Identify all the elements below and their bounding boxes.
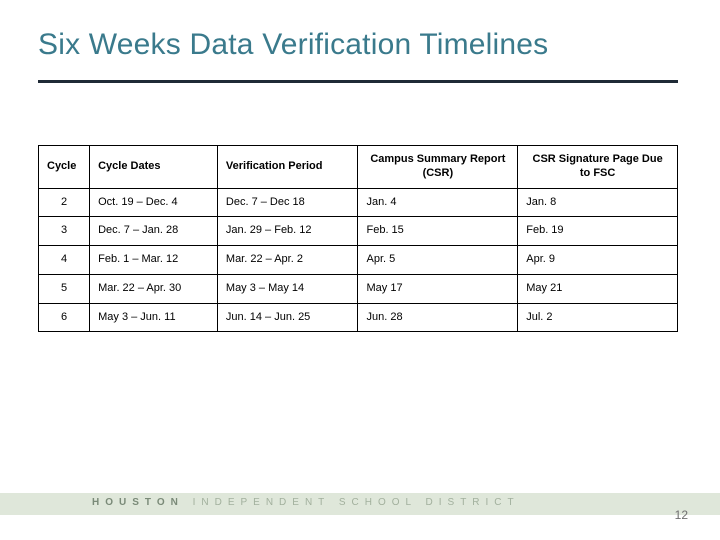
cell-cycle: 2 — [39, 188, 90, 217]
cell-csr: Apr. 5 — [358, 246, 518, 275]
cell-dates: Mar. 22 – Apr. 30 — [90, 274, 218, 303]
cell-csr: May 17 — [358, 274, 518, 303]
cell-sig: Apr. 9 — [518, 246, 678, 275]
table-row: 6 May 3 – Jun. 11 Jun. 14 – Jun. 25 Jun.… — [39, 303, 678, 332]
table-row: 5 Mar. 22 – Apr. 30 May 3 – May 14 May 1… — [39, 274, 678, 303]
cell-cycle: 5 — [39, 274, 90, 303]
table-row: 2 Oct. 19 – Dec. 4 Dec. 7 – Dec 18 Jan. … — [39, 188, 678, 217]
header-cycle: Cycle — [39, 146, 90, 189]
header-verification-period: Verification Period — [217, 146, 358, 189]
cell-verification: Mar. 22 – Apr. 2 — [217, 246, 358, 275]
cell-verification: Jun. 14 – Jun. 25 — [217, 303, 358, 332]
slide: Six Weeks Data Verification Timelines Cy… — [0, 0, 720, 540]
header-csr-signature: CSR Signature Page Due to FSC — [518, 146, 678, 189]
cell-dates: Oct. 19 – Dec. 4 — [90, 188, 218, 217]
cell-cycle: 6 — [39, 303, 90, 332]
table-header-row: Cycle Cycle Dates Verification Period Ca… — [39, 146, 678, 189]
page-number: 12 — [675, 508, 688, 522]
cell-dates: May 3 – Jun. 11 — [90, 303, 218, 332]
header-cycle-dates: Cycle Dates — [90, 146, 218, 189]
cell-csr: Feb. 15 — [358, 217, 518, 246]
cell-sig: Jul. 2 — [518, 303, 678, 332]
timeline-table: Cycle Cycle Dates Verification Period Ca… — [38, 145, 678, 332]
table-row: 3 Dec. 7 – Jan. 28 Jan. 29 – Feb. 12 Feb… — [39, 217, 678, 246]
cell-csr: Jun. 28 — [358, 303, 518, 332]
cell-cycle: 4 — [39, 246, 90, 275]
cell-verification: Dec. 7 – Dec 18 — [217, 188, 358, 217]
footer-brand-dark: HOUSTON — [92, 497, 184, 508]
cell-dates: Dec. 7 – Jan. 28 — [90, 217, 218, 246]
footer-brand-light: INDEPENDENT SCHOOL DISTRICT — [184, 497, 520, 508]
cell-verification: Jan. 29 – Feb. 12 — [217, 217, 358, 246]
footer-bar: HOUSTON INDEPENDENT SCHOOL DISTRICT — [0, 493, 720, 515]
cell-sig: Jan. 8 — [518, 188, 678, 217]
cell-verification: May 3 – May 14 — [217, 274, 358, 303]
cell-sig: May 21 — [518, 274, 678, 303]
header-csr: Campus Summary Report (CSR) — [358, 146, 518, 189]
page-title: Six Weeks Data Verification Timelines — [38, 28, 548, 62]
cell-csr: Jan. 4 — [358, 188, 518, 217]
cell-sig: Feb. 19 — [518, 217, 678, 246]
table-row: 4 Feb. 1 – Mar. 12 Mar. 22 – Apr. 2 Apr.… — [39, 246, 678, 275]
title-divider — [38, 80, 678, 83]
footer-brand: HOUSTON INDEPENDENT SCHOOL DISTRICT — [92, 497, 520, 508]
cell-dates: Feb. 1 – Mar. 12 — [90, 246, 218, 275]
cell-cycle: 3 — [39, 217, 90, 246]
timeline-table-wrap: Cycle Cycle Dates Verification Period Ca… — [38, 145, 678, 332]
